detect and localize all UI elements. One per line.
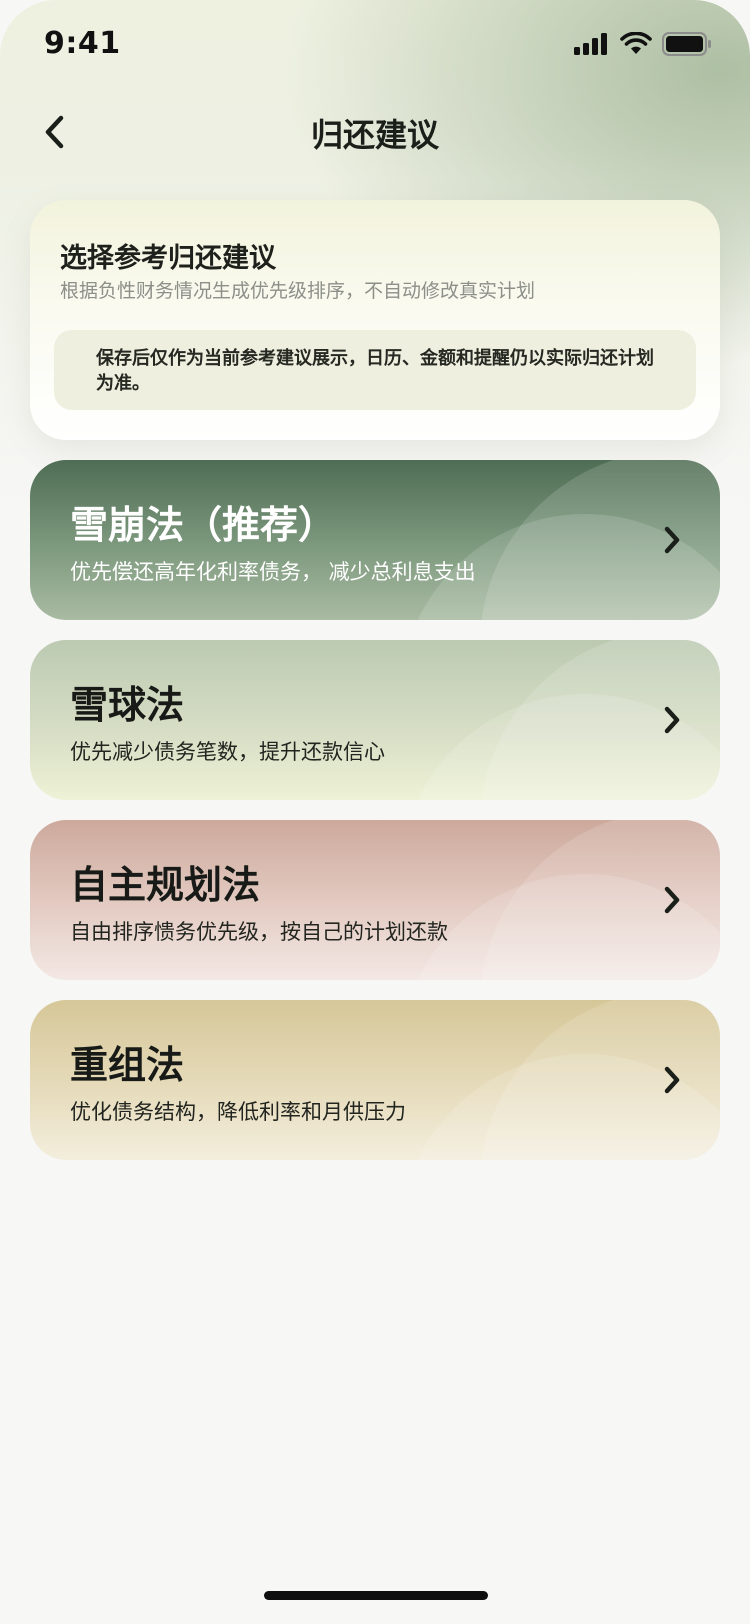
method-description: 自由排序愦务优先级，按自己的计划还款 (70, 920, 448, 944)
status-time: 9:41 (44, 26, 121, 61)
chevron-right-icon (664, 1066, 680, 1094)
method-title: 自主规划法 (70, 863, 261, 907)
page-title: 归还建议 (310, 116, 439, 154)
info-card-title: 选择参考归还建议 (60, 243, 276, 274)
chevron-right-icon (664, 886, 680, 914)
chevron-right-icon (664, 706, 680, 734)
status-bar: 9:41 (0, 0, 750, 92)
status-icons (574, 32, 712, 56)
home-indicator[interactable] (264, 1591, 488, 1600)
info-card-note: 保存后仅作为当前参考建议展示，日历、金额和提醒仍以实际归还计划为准。 (54, 330, 696, 410)
method-title: 重组法 (70, 1043, 185, 1087)
method-title: 雪崩法（推荐） (70, 503, 337, 547)
battery-icon (662, 32, 711, 56)
cellular-signal-icon (574, 33, 607, 55)
info-card: 选择参考归还建议 根据负性财务情况生成优先级排序，不自动修改真实计划 保存后仅作… (30, 200, 720, 440)
chevron-right-icon (664, 526, 680, 554)
info-card-subtitle: 根据负性财务情况生成优先级排序，不自动修改真实计划 (60, 280, 536, 302)
method-description: 优先偿还高年化利率债务， 减少总利息支出 (70, 560, 476, 584)
method-title: 雪球法 (70, 683, 185, 727)
method-card-restructure[interactable]: 重组法 优化债务结构，降低利率和月供压力 (30, 1000, 720, 1160)
method-card-avalanche[interactable]: 雪崩法（推荐） 优先偿还高年化利率债务， 减少总利息支出 (30, 460, 720, 620)
method-description: 优化债务结构，降低利率和月供压力 (70, 1100, 406, 1124)
method-card-custom-plan[interactable]: 自主规划法 自由排序愦务优先级，按自己的计划还款 (30, 820, 720, 980)
screen: 9:41 归还建议 选择参考归还建议 根据负性财务情况生成优先级排序，不自动修改… (0, 0, 750, 1624)
method-description: 优先减少债务笔数，提升还款信心 (70, 740, 385, 764)
method-card-snowball[interactable]: 雪球法 优先减少债务笔数，提升还款信心 (30, 640, 720, 800)
wifi-icon (620, 32, 652, 54)
navigation-bar: 归还建议 (0, 96, 750, 168)
